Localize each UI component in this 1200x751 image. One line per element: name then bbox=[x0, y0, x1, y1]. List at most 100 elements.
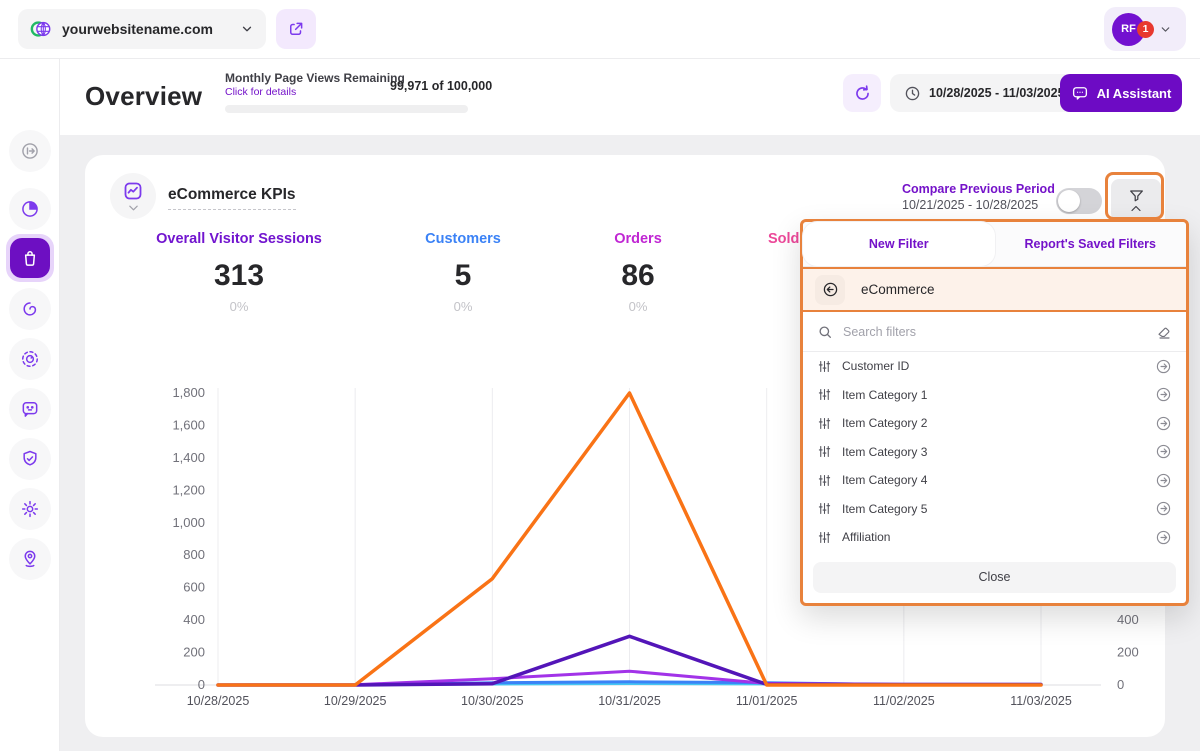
circle-arrow-right-icon[interactable] bbox=[1155, 500, 1172, 517]
user-menu[interactable]: RF 1 bbox=[1104, 7, 1186, 51]
pie-chart-icon bbox=[20, 199, 40, 219]
svg-text:0: 0 bbox=[1117, 677, 1124, 692]
svg-text:1,000: 1,000 bbox=[172, 515, 205, 530]
sliders-icon bbox=[817, 530, 832, 545]
svg-text:1,200: 1,200 bbox=[172, 482, 205, 497]
sliders-icon bbox=[817, 473, 832, 488]
circle-arrow-right-icon[interactable] bbox=[1155, 529, 1172, 546]
circle-arrow-right-icon[interactable] bbox=[1155, 472, 1172, 489]
sidebar-item-settings[interactable] bbox=[9, 488, 51, 530]
tab-new-filter[interactable]: New Filter bbox=[803, 222, 995, 266]
filter-list-item[interactable]: Item Category 2 bbox=[803, 409, 1186, 438]
filter-group-label: eCommerce bbox=[861, 282, 935, 297]
chat-icon bbox=[1071, 84, 1089, 102]
svg-text:400: 400 bbox=[183, 612, 205, 627]
shield-check-icon bbox=[20, 449, 40, 469]
lens-icon bbox=[20, 349, 40, 369]
svg-text:600: 600 bbox=[183, 580, 205, 595]
svg-text:10/28/2025: 10/28/2025 bbox=[187, 694, 250, 708]
sidebar-item-behavior[interactable] bbox=[9, 288, 51, 330]
circle-arrow-left-icon bbox=[822, 281, 839, 298]
pageviews-details-link[interactable]: Click for details bbox=[225, 86, 405, 98]
filter-list: Customer ID Item Category 1 Item Categor… bbox=[803, 352, 1186, 552]
avatar: RF 1 bbox=[1112, 13, 1145, 46]
filter-panel: New Filter Report's Saved Filters eComme… bbox=[800, 219, 1189, 606]
filter-list-item[interactable]: Affiliation bbox=[803, 523, 1186, 552]
sliders-icon bbox=[817, 416, 832, 431]
pageviews-block: Monthly Page Views Remaining Click for d… bbox=[225, 71, 405, 98]
filter-list-item[interactable]: Customer ID bbox=[803, 352, 1186, 381]
globe-icon bbox=[30, 18, 52, 40]
swirl-icon bbox=[20, 299, 40, 319]
sidebar-item-dashboard[interactable] bbox=[9, 188, 51, 230]
map-pin-icon bbox=[20, 549, 40, 569]
close-button[interactable]: Close bbox=[813, 562, 1176, 593]
refresh-icon bbox=[853, 84, 872, 103]
svg-text:11/03/2025: 11/03/2025 bbox=[1010, 694, 1072, 708]
date-range-value: 10/28/2025 - 11/03/2025 bbox=[929, 86, 1065, 100]
svg-text:11/01/2025: 11/01/2025 bbox=[736, 694, 798, 708]
filter-tabs: New Filter Report's Saved Filters bbox=[803, 222, 1186, 267]
website-selector[interactable]: yourwebsitename.com bbox=[18, 9, 266, 49]
sliders-icon bbox=[817, 359, 832, 374]
clock-icon bbox=[904, 85, 921, 102]
filter-item-label: Item Category 5 bbox=[842, 502, 1145, 516]
chat-bubble-icon bbox=[20, 399, 40, 419]
filter-group-row: eCommerce bbox=[803, 267, 1186, 312]
external-link-icon bbox=[287, 20, 305, 38]
filter-item-label: Affiliation bbox=[842, 530, 1145, 544]
filter-list-item[interactable]: Item Category 5 bbox=[803, 495, 1186, 524]
filter-item-label: Customer ID bbox=[842, 359, 1145, 373]
page-header: Overview Monthly Page Views Remaining Cl… bbox=[60, 59, 1200, 135]
sidebar-item-collapse[interactable] bbox=[9, 130, 51, 172]
ai-assistant-button[interactable]: AI Assistant bbox=[1060, 74, 1182, 112]
app-root: yourwebsitename.com RF 1 bbox=[0, 0, 1200, 751]
filter-item-label: Item Category 1 bbox=[842, 388, 1145, 402]
sliders-icon bbox=[817, 501, 832, 516]
svg-text:1,400: 1,400 bbox=[172, 450, 205, 465]
svg-text:1,600: 1,600 bbox=[172, 417, 205, 432]
svg-text:200: 200 bbox=[183, 645, 205, 660]
sidebar-item-ecommerce[interactable] bbox=[6, 234, 54, 282]
sidebar-item-recordings[interactable] bbox=[9, 338, 51, 380]
svg-text:10/29/2025: 10/29/2025 bbox=[324, 694, 387, 708]
sidebar-item-feedback[interactable] bbox=[9, 388, 51, 430]
circle-arrow-right-icon[interactable] bbox=[1155, 386, 1172, 403]
refresh-button[interactable] bbox=[843, 74, 881, 112]
circle-arrow-right-icon[interactable] bbox=[1155, 358, 1172, 375]
svg-text:0: 0 bbox=[198, 677, 205, 692]
ai-assistant-label: AI Assistant bbox=[1097, 86, 1172, 101]
svg-text:1,800: 1,800 bbox=[172, 385, 205, 400]
circle-arrow-right-icon[interactable] bbox=[1155, 443, 1172, 460]
filter-close-wrap: Close bbox=[803, 552, 1186, 603]
sidebar-item-locations[interactable] bbox=[9, 538, 51, 580]
pageviews-label: Monthly Page Views Remaining bbox=[225, 71, 405, 85]
top-bar: yourwebsitename.com RF 1 bbox=[0, 0, 1200, 59]
back-button[interactable] bbox=[815, 275, 845, 305]
svg-text:11/02/2025: 11/02/2025 bbox=[873, 694, 935, 708]
search-icon bbox=[817, 324, 833, 340]
collapse-arrow-icon bbox=[20, 141, 40, 161]
circle-arrow-right-icon[interactable] bbox=[1155, 415, 1172, 432]
sidebar-nav bbox=[0, 59, 60, 751]
sidebar-item-privacy[interactable] bbox=[9, 438, 51, 480]
tab-saved-filters[interactable]: Report's Saved Filters bbox=[995, 222, 1187, 266]
filter-item-label: Item Category 2 bbox=[842, 416, 1145, 430]
open-website-button[interactable] bbox=[276, 9, 316, 49]
website-name: yourwebsitename.com bbox=[62, 21, 230, 37]
shopping-bag-icon bbox=[20, 248, 40, 268]
filter-list-item[interactable]: Item Category 3 bbox=[803, 438, 1186, 467]
gear-icon bbox=[20, 499, 40, 519]
filter-list-item[interactable]: Item Category 4 bbox=[803, 466, 1186, 495]
pageviews-progress-bar bbox=[225, 105, 468, 113]
eraser-icon[interactable] bbox=[1156, 324, 1172, 340]
pageviews-value: 99,971 of 100,000 bbox=[390, 79, 492, 93]
svg-text:800: 800 bbox=[183, 547, 205, 562]
svg-text:400: 400 bbox=[1117, 612, 1139, 627]
search-input[interactable] bbox=[843, 325, 1146, 339]
chevron-down-icon bbox=[1159, 23, 1172, 36]
svg-text:200: 200 bbox=[1117, 645, 1139, 660]
filter-list-item[interactable]: Item Category 1 bbox=[803, 381, 1186, 410]
svg-text:10/30/2025: 10/30/2025 bbox=[461, 694, 524, 708]
filter-item-label: Item Category 4 bbox=[842, 473, 1145, 487]
